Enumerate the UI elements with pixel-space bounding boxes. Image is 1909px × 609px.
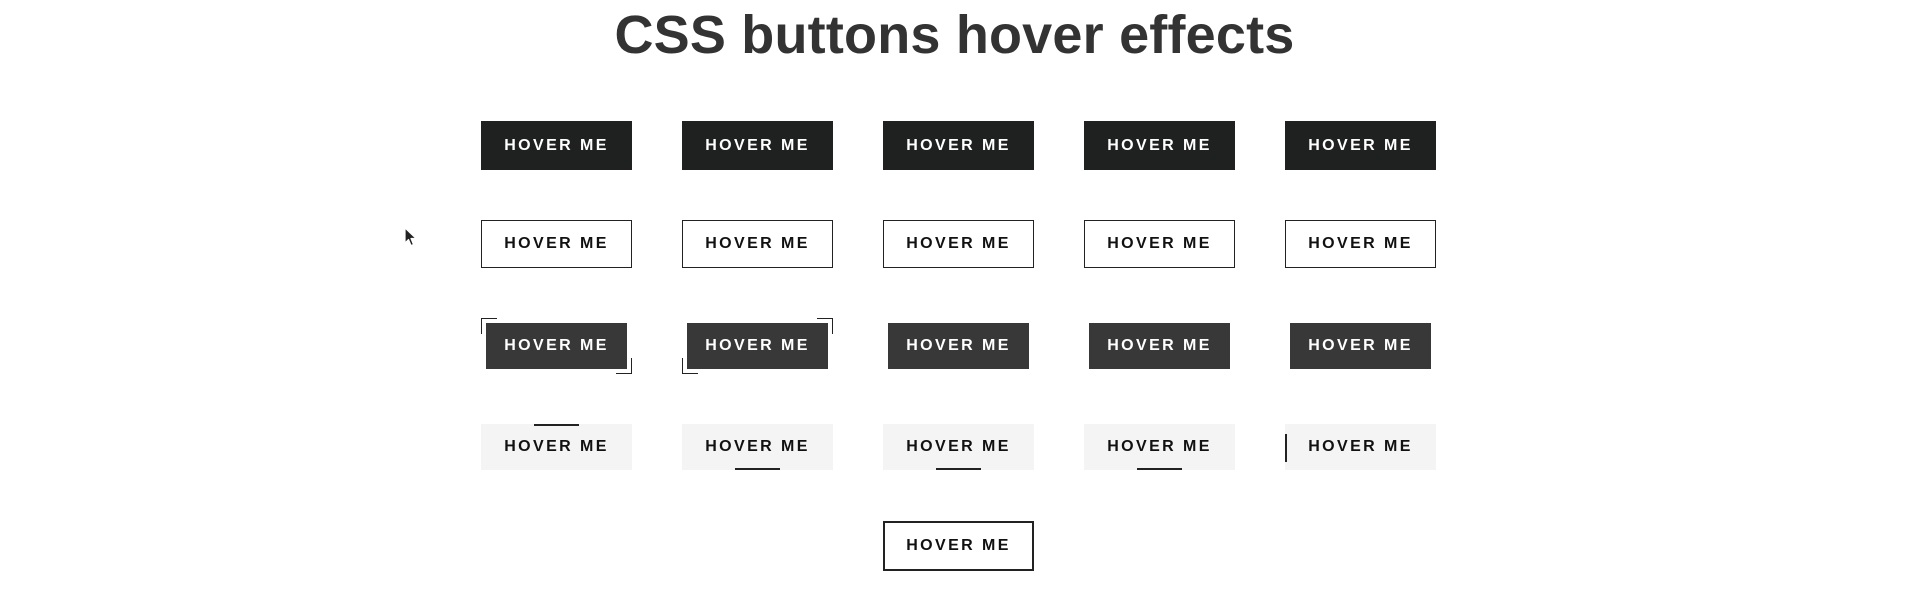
hover-button-r4-5[interactable]: HOVER ME — [1285, 424, 1436, 470]
hover-button-r4-4[interactable]: HOVER ME — [1084, 424, 1235, 470]
hover-button-r1-4[interactable]: HOVER ME — [1084, 121, 1235, 170]
hover-button-r5-1[interactable]: HOVER ME — [883, 521, 1034, 571]
hover-button-r4-3[interactable]: HOVER ME — [883, 424, 1034, 470]
bottom-underline-accent — [1137, 468, 1182, 470]
hover-button-r1-3[interactable]: HOVER ME — [883, 121, 1034, 170]
hover-button-r2-5[interactable]: HOVER ME — [1285, 220, 1436, 268]
mouse-pointer-icon — [404, 227, 417, 247]
bottom-underline-accent — [936, 468, 981, 470]
hover-button-r3-1[interactable]: HOVER ME — [486, 323, 627, 369]
hover-button-r4-1[interactable]: HOVER ME — [481, 424, 632, 470]
hover-button-r2-2[interactable]: HOVER ME — [682, 220, 833, 268]
hover-button-r3-3[interactable]: HOVER ME — [888, 323, 1029, 369]
hover-button-r3-4[interactable]: HOVER ME — [1089, 323, 1230, 369]
hover-button-r1-5[interactable]: HOVER ME — [1285, 121, 1436, 170]
hover-button-r3-5[interactable]: HOVER ME — [1290, 323, 1431, 369]
hover-button-r2-1[interactable]: HOVER ME — [481, 220, 632, 268]
left-bar-accent — [1285, 434, 1287, 462]
bottom-underline-accent — [735, 468, 780, 470]
page-title: CSS buttons hover effects — [614, 5, 1295, 65]
top-underline-accent — [534, 424, 579, 426]
hover-button-r4-2[interactable]: HOVER ME — [682, 424, 833, 470]
hover-button-r2-3[interactable]: HOVER ME — [883, 220, 1034, 268]
hover-button-r2-4[interactable]: HOVER ME — [1084, 220, 1235, 268]
hover-button-r3-2[interactable]: HOVER ME — [687, 323, 828, 369]
hover-button-r1-1[interactable]: HOVER ME — [481, 121, 632, 170]
hover-button-r1-2[interactable]: HOVER ME — [682, 121, 833, 170]
